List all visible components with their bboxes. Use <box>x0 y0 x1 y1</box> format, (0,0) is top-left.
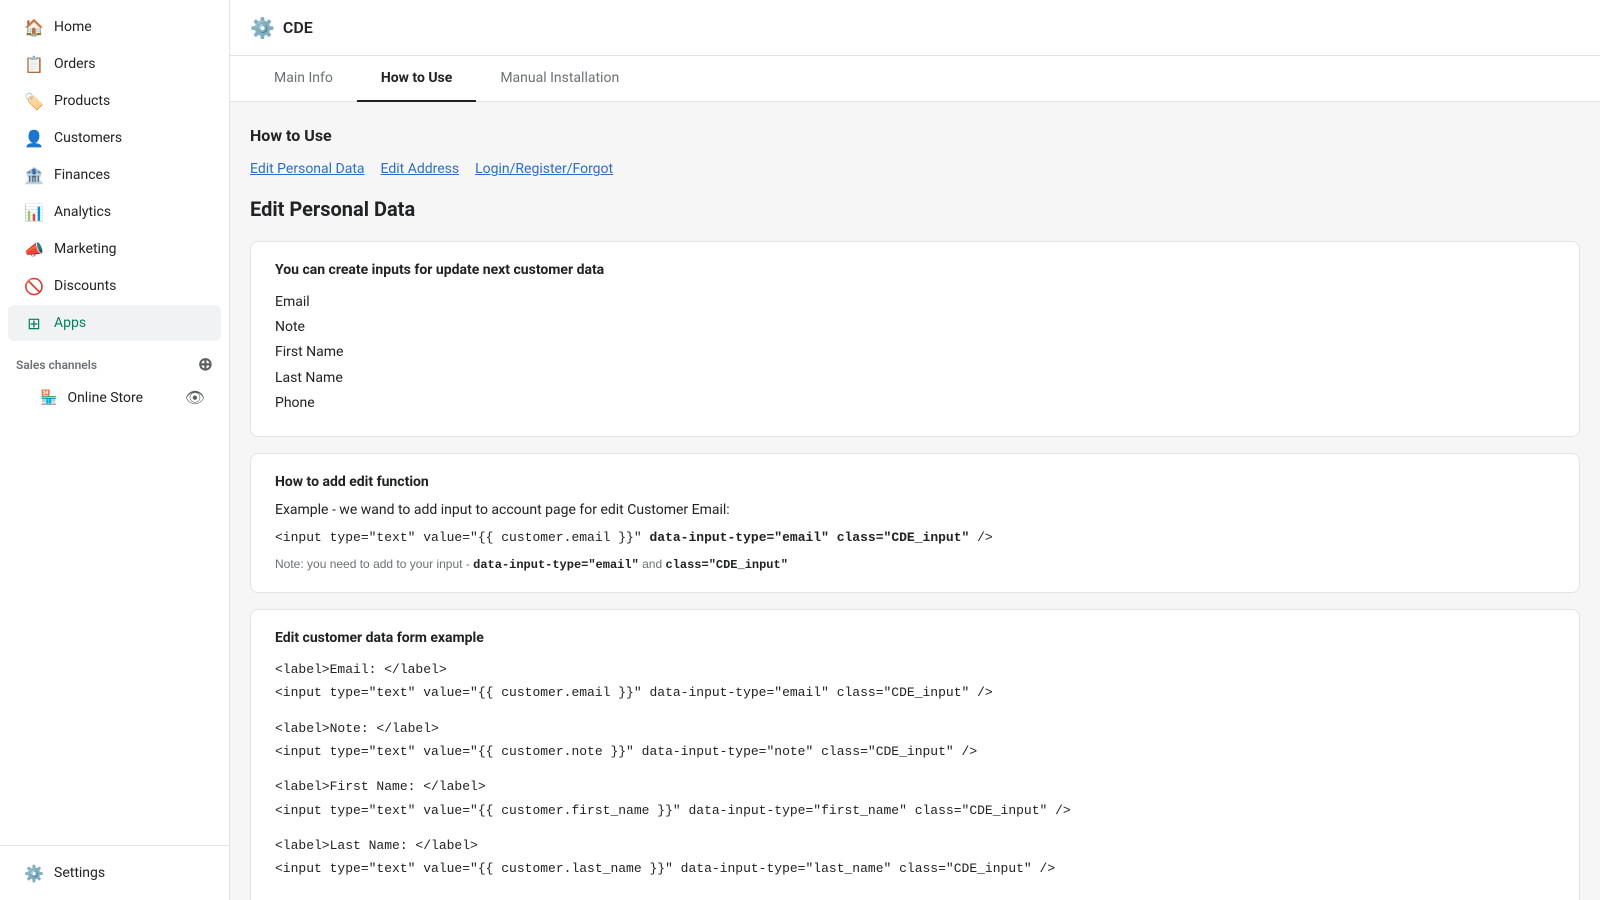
sidebar-item-discounts[interactable]: 🚫 Discounts <box>8 268 221 304</box>
sidebar-item-apps[interactable]: ⊞ Apps <box>8 305 221 341</box>
sub-links: Edit Personal Data Edit Address Login/Re… <box>250 161 1580 177</box>
code-line: <input type="text" value="{{ customer.la… <box>275 857 1555 880</box>
card-edit-function: How to add edit function Example - we wa… <box>250 453 1580 593</box>
card2-code-line: <input type="text" value="{{ customer.em… <box>275 528 1555 549</box>
sidebar-item-label: Finances <box>54 167 110 183</box>
add-sales-channel-button[interactable]: ⊕ <box>198 354 213 375</box>
online-store-icon: 🏪 <box>40 390 57 406</box>
sidebar-nav: 🏠 Home 📋 Orders 🏷️ Products 👤 Customers … <box>0 0 229 845</box>
products-icon: 🏷️ <box>24 91 44 111</box>
code-line: <input type="text" value="{{ customer.em… <box>275 681 1555 704</box>
sales-channels-section: Sales channels ⊕ <box>0 342 229 379</box>
card1-list: Email Note First Name Last Name Phone <box>275 290 1555 416</box>
code-line: <input type="text" value="{{ customer.fi… <box>275 799 1555 822</box>
sub-link-login-register[interactable]: Login/Register/Forgot <box>475 161 613 177</box>
sidebar-item-label: Discounts <box>54 278 116 294</box>
tab-bar: Main Info How to Use Manual Installation <box>230 56 1600 102</box>
code-bold: data-input-type="email" class="CDE_input… <box>642 530 970 545</box>
sidebar-item-label: Products <box>54 93 110 109</box>
online-store-label: Online Store <box>67 390 143 406</box>
orders-icon: 📋 <box>24 54 44 74</box>
home-icon: 🏠 <box>24 17 44 37</box>
topbar: ⚙️ CDE <box>230 0 1600 56</box>
sub-link-edit-address[interactable]: Edit Address <box>381 161 460 177</box>
list-item: Last Name <box>275 366 1555 391</box>
list-item: First Name <box>275 340 1555 365</box>
sidebar-item-home[interactable]: 🏠 Home <box>8 9 221 45</box>
sidebar-item-label: Analytics <box>54 204 111 220</box>
sidebar-item-label: Marketing <box>54 241 117 257</box>
code-line: <label>Last Name: </label> <box>275 834 1555 857</box>
finances-icon: 🏦 <box>24 165 44 185</box>
tab-main-info[interactable]: Main Info <box>250 56 357 102</box>
code-section-email: <label>Email: </label> <input type="text… <box>275 658 1555 705</box>
sidebar-settings: ⚙️ Settings <box>0 845 229 900</box>
settings-icon: ⚙️ <box>24 863 44 883</box>
sidebar-item-label: Apps <box>54 315 86 331</box>
code-line: <input type="text" value="{{ customer.no… <box>275 740 1555 763</box>
main-content: ⚙️ CDE Main Info How to Use Manual Insta… <box>230 0 1600 900</box>
online-store-eye-icon: 👁 <box>185 388 205 407</box>
sidebar-item-orders[interactable]: 📋 Orders <box>8 46 221 82</box>
list-item: Phone <box>275 391 1555 416</box>
sidebar-item-analytics[interactable]: 📊 Analytics <box>8 194 221 230</box>
sidebar-item-finances[interactable]: 🏦 Finances <box>8 157 221 193</box>
code-section-lastname: <label>Last Name: </label> <input type="… <box>275 834 1555 881</box>
app-icon: ⚙️ <box>250 16 275 40</box>
sidebar-item-label: Orders <box>54 56 96 72</box>
card3-title: Edit customer data form example <box>275 630 1555 646</box>
code-section-firstname: <label>First Name: </label> <input type=… <box>275 775 1555 822</box>
sidebar-item-products[interactable]: 🏷️ Products <box>8 83 221 119</box>
list-item: Note <box>275 315 1555 340</box>
tab-how-to-use[interactable]: How to Use <box>357 56 476 102</box>
sub-link-edit-personal-data[interactable]: Edit Personal Data <box>250 161 365 177</box>
section-title: How to Use <box>250 126 1580 145</box>
sidebar-item-online-store[interactable]: 🏪 Online Store 👁 <box>8 380 221 415</box>
sidebar-item-marketing[interactable]: 📣 Marketing <box>8 231 221 267</box>
page-content: How to Use Edit Personal Data Edit Addre… <box>230 102 1600 900</box>
sidebar-item-label: Home <box>54 19 92 35</box>
card2-example-text: Example - we wand to add input to accoun… <box>275 502 1555 518</box>
code-end: /> <box>969 530 992 545</box>
code-text: <input type="text" value="{{ customer.em… <box>275 530 642 545</box>
sidebar-item-settings[interactable]: ⚙️ Settings <box>8 855 221 891</box>
app-title: CDE <box>283 18 313 37</box>
code-line: <label>Note: </label> <box>275 717 1555 740</box>
apps-icon: ⊞ <box>24 313 44 333</box>
sidebar-item-customers[interactable]: 👤 Customers <box>8 120 221 156</box>
analytics-icon: 📊 <box>24 202 44 222</box>
card2-title: How to add edit function <box>275 474 1555 490</box>
card-inputs-info: You can create inputs for update next cu… <box>250 241 1580 437</box>
discounts-icon: 🚫 <box>24 276 44 296</box>
section-heading: Edit Personal Data <box>250 197 1580 221</box>
tab-manual-installation[interactable]: Manual Installation <box>476 56 643 102</box>
code-section-note: <label>Note: </label> <input type="text"… <box>275 717 1555 764</box>
code-line: <label>First Name: </label> <box>275 775 1555 798</box>
customers-icon: 👤 <box>24 128 44 148</box>
marketing-icon: 📣 <box>24 239 44 259</box>
card2-note: Note: you need to add to your input - da… <box>275 557 1555 572</box>
card3-code-block: <label>Email: </label> <input type="text… <box>275 658 1555 881</box>
code-line: <label>Email: </label> <box>275 658 1555 681</box>
card-form-example: Edit customer data form example <label>E… <box>250 609 1580 900</box>
settings-label: Settings <box>54 865 105 881</box>
card1-title: You can create inputs for update next cu… <box>275 262 1555 278</box>
list-item: Email <box>275 290 1555 315</box>
sidebar-item-label: Customers <box>54 130 122 146</box>
sidebar: 🏠 Home 📋 Orders 🏷️ Products 👤 Customers … <box>0 0 230 900</box>
